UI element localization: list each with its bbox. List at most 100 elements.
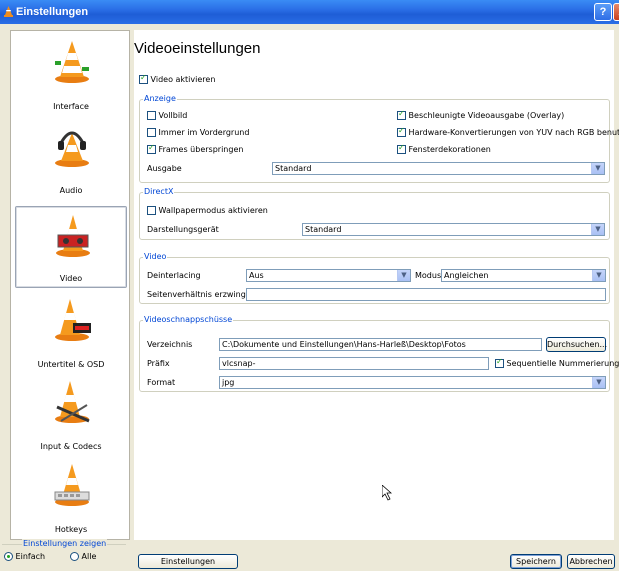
hotkeys-cone-icon [54,464,90,506]
sequential-box[interactable] [495,357,504,368]
vlc-cone-icon [4,6,13,20]
decorations-label: Fensterdekorationen [408,145,491,154]
sidebar-item-label: Interface [53,102,89,111]
video-enable-checkbox[interactable]: Video aktivieren [139,73,216,84]
skip-frames-label: Frames überspringen [158,145,244,154]
output-value: Standard [275,164,312,173]
video-group: Video Deinterlacing Aus ▼ Modus Angleich… [139,252,610,304]
sidebar-item-label: Hotkeys [54,525,88,534]
sidebar-item-hotkeys[interactable]: Hotkeys [15,456,127,538]
deinterlace-value: Aus [249,271,264,280]
sidebar-item-audio[interactable]: Audio [15,117,127,199]
mode-label: Modus [415,271,442,280]
sidebar-item-label: Untertitel & OSD [37,360,105,369]
mode-select[interactable]: Angleichen ▼ [441,269,606,282]
chevron-down-icon[interactable]: ▼ [592,270,605,281]
snapshots-group-label: Videoschnappschüsse [143,315,234,324]
hw-yuv-checkbox[interactable]: Hardware-Konvertierungen von YUV nach RG… [397,126,619,137]
window-title: Einstellungen [16,6,89,18]
hw-yuv-box[interactable] [397,126,406,137]
chevron-down-icon[interactable]: ▼ [591,224,604,235]
decorations-checkbox[interactable]: Fensterdekorationen [397,143,491,154]
skip-frames-box[interactable] [147,143,156,154]
chevron-down-icon[interactable]: ▼ [397,270,410,281]
sidebar-item-label: Audio [59,186,83,195]
radio-all[interactable]: Alle [70,552,96,561]
show-settings-label: Einstellungen zeigen [22,539,108,548]
chevron-down-icon[interactable]: ▼ [592,377,605,388]
cancel-button[interactable]: Abbrechen [567,554,615,569]
device-select[interactable]: Standard ▼ [302,223,605,236]
output-label: Ausgabe [147,164,182,173]
help-button[interactable]: ? [594,3,612,21]
close-button[interactable]: X [613,3,619,21]
mouse-pointer-icon [381,484,393,503]
dir-label: Verzeichnis [147,340,193,349]
sequential-label: Sequentielle Nummerierung [506,359,619,368]
aspect-label: Seitenverhältnis erzwingen [147,290,256,299]
save-button[interactable]: Speichern [510,554,562,569]
video-enable-label: Video aktivieren [150,75,216,84]
device-label: Darstellungsgerät [147,225,219,234]
reset-button[interactable]: Einstellungen zurücksetzen [138,554,238,571]
mode-value: Angleichen [444,271,489,280]
deinterlace-label: Deinterlacing [147,271,201,280]
video-enable-box[interactable] [139,73,148,84]
always-on-top-box[interactable] [147,128,156,137]
output-select[interactable]: Standard ▼ [272,162,605,175]
format-select[interactable]: jpg ▼ [219,376,606,389]
radio-simple-label: Einfach [15,552,46,561]
prefix-label: Präfix [147,359,170,368]
wallpaper-label: Wallpapermodus aktivieren [158,206,268,215]
sidebar-item-input-codecs[interactable]: Input & Codecs [15,373,127,455]
browse-button[interactable]: Durchsuchen... [546,337,607,352]
skip-frames-checkbox[interactable]: Frames überspringen [147,143,244,154]
radio-all-label: Alle [81,552,97,561]
always-on-top-checkbox[interactable]: Immer im Vordergrund [147,128,249,137]
video-cone-icon [56,215,90,257]
deinterlace-select[interactable]: Aus ▼ [246,269,411,282]
display-group-label: Anzeige [143,94,177,103]
hw-yuv-label: Hardware-Konvertierungen von YUV nach RG… [408,128,619,137]
input-codecs-cone-icon [55,381,90,423]
decorations-box[interactable] [397,143,406,154]
chevron-down-icon[interactable]: ▼ [591,163,604,174]
interface-cone-icon [55,41,89,83]
sidebar-item-label: Video [59,274,83,283]
wallpaper-box[interactable] [147,206,156,215]
sidebar-item-interface[interactable]: Interface [15,33,127,115]
overlay-box[interactable] [397,109,406,120]
wallpaper-checkbox[interactable]: Wallpapermodus aktivieren [147,206,268,215]
fullscreen-label: Vollbild [158,111,188,120]
category-sidebar: Interface Audio Video Untertitel & OSD I… [10,30,130,540]
display-group: Anzeige Vollbild Immer im Vordergrund Fr… [139,94,619,183]
settings-panel: Videoeinstellungen Video aktivieren Anze… [134,30,619,540]
dir-input[interactable]: C:\Dokumente und Einstellungen\Hans-Harl… [219,338,542,351]
subtitle-display-cone-icon [55,299,91,341]
snapshots-group: Videoschnappschüsse Verzeichnis C:\Dokum… [139,315,619,392]
sidebar-item-subtitles[interactable]: Untertitel & OSD [15,291,127,373]
format-value: jpg [222,378,235,387]
show-settings-group: Einstellungen zeigen Einfach Alle [0,539,130,571]
radio-all-dot[interactable] [70,552,79,561]
device-value: Standard [305,225,342,234]
radio-simple-dot[interactable] [4,552,13,561]
overlay-label: Beschleunigte Videoausgabe (Overlay) [408,111,565,120]
fullscreen-box[interactable] [147,111,156,120]
aspect-input[interactable] [246,288,606,301]
radio-simple[interactable]: Einfach [4,552,45,561]
overlay-checkbox[interactable]: Beschleunigte Videoausgabe (Overlay) [397,109,565,120]
format-label: Format [147,378,176,387]
page-title: Videoeinstellungen [134,40,261,57]
title-bar: Einstellungen ? X [0,0,619,24]
prefix-input[interactable]: vlcsnap- [219,357,489,370]
sidebar-item-video[interactable]: Video [15,206,127,288]
fullscreen-checkbox[interactable]: Vollbild [147,111,187,120]
directx-group: DirectX Wallpapermodus aktivieren Darste… [139,187,610,240]
directx-group-label: DirectX [143,187,175,196]
video-group-label: Video [143,252,168,261]
sidebar-item-label: Input & Codecs [40,442,102,451]
sequential-checkbox[interactable]: Sequentielle Nummerierung [495,357,619,368]
audio-headphones-cone-icon [55,131,89,167]
always-on-top-label: Immer im Vordergrund [158,128,250,137]
